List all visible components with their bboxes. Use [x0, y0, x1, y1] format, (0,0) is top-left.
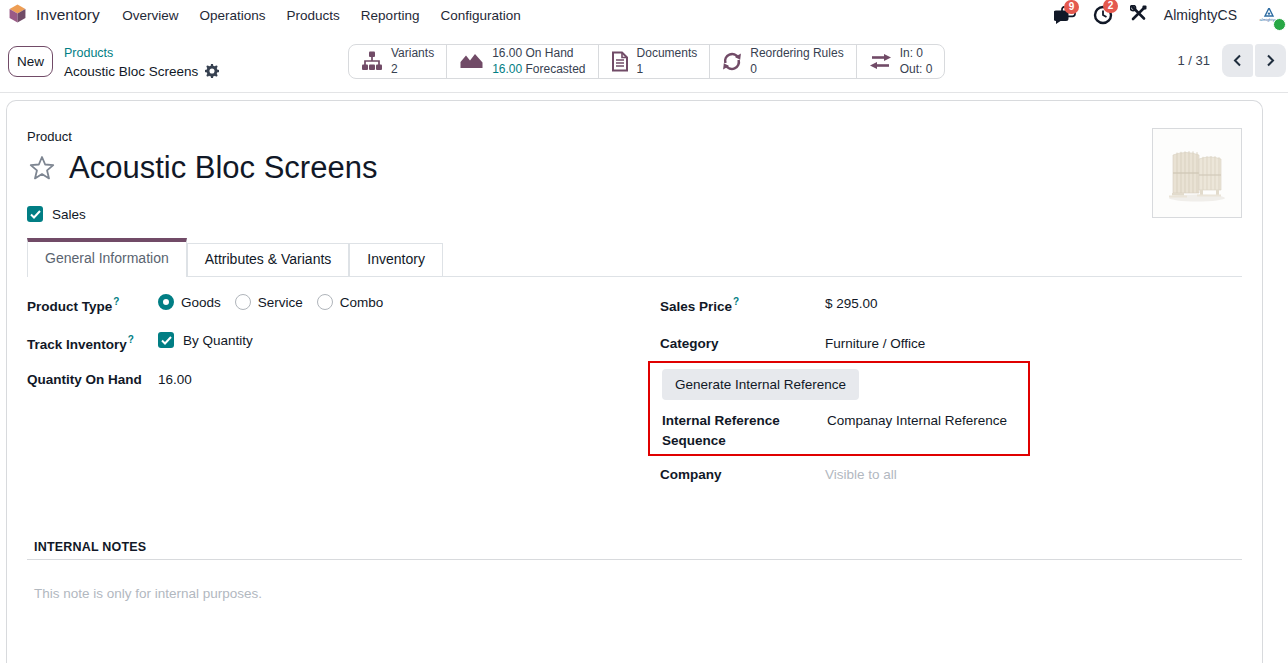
pager: 1 / 31	[1177, 44, 1286, 77]
user-name[interactable]: AlmightyCS	[1164, 7, 1237, 23]
on-hand-value: 16.00	[492, 46, 522, 60]
sales-checkbox-row: Sales	[27, 206, 1242, 222]
in-value: In: 0	[900, 46, 933, 62]
product-image[interactable]	[1152, 128, 1242, 218]
sitemap-icon	[361, 51, 383, 72]
reordering-value: 0	[750, 62, 843, 78]
messages-button[interactable]: 9	[1054, 6, 1076, 25]
refresh-icon	[722, 51, 742, 72]
main-menu: Overview Operations Products Reporting C…	[112, 8, 531, 23]
internal-notes-title: INTERNAL NOTES	[27, 540, 1242, 554]
company-label: Company	[660, 465, 825, 482]
help-marker[interactable]: ?	[113, 296, 119, 307]
stat-reordering-rules[interactable]: Reordering Rules 0	[710, 45, 856, 78]
sales-checkbox[interactable]	[27, 206, 43, 222]
radio-service[interactable]: Service	[235, 294, 303, 310]
forecasted-value: 16.00	[492, 62, 522, 76]
product-type-radio-group: Goods Service Combo	[158, 294, 383, 310]
quantity-on-hand-value[interactable]: 16.00	[158, 370, 192, 387]
pager-next-button[interactable]	[1255, 44, 1286, 77]
radio-goods[interactable]: Goods	[158, 294, 221, 310]
activities-badge: 2	[1103, 0, 1119, 13]
new-button[interactable]: New	[8, 46, 53, 77]
tab-attributes-variants[interactable]: Attributes & Variants	[187, 243, 350, 276]
company-value[interactable]: Visible to all	[825, 465, 897, 482]
sales-checkbox-label: Sales	[52, 207, 86, 222]
help-marker[interactable]: ?	[128, 334, 134, 345]
control-panel: New Products Acoustic Bloc Screens	[0, 30, 1288, 93]
track-inventory-checkbox[interactable]	[158, 332, 174, 348]
help-marker[interactable]: ?	[733, 296, 739, 307]
sales-price-label: Sales Price?	[660, 294, 825, 314]
app-name[interactable]: Inventory	[36, 6, 100, 24]
category-value[interactable]: Furniture / Office	[825, 334, 925, 351]
sales-price-value[interactable]: $ 295.00	[825, 294, 878, 311]
forecasted-label: Forecasted	[526, 62, 586, 76]
stat-buttons: Variants 2 16.00 On Hand 16.00 Forecaste…	[348, 44, 945, 79]
generate-internal-reference-button[interactable]: Generate Internal Reference	[662, 369, 859, 400]
on-hand-label: On Hand	[526, 46, 574, 60]
product-field-label: Product	[27, 129, 1242, 144]
menu-reporting[interactable]: Reporting	[350, 8, 430, 23]
transfer-arrows-icon	[869, 51, 892, 72]
stat-in-out[interactable]: In: 0 Out: 0	[857, 45, 945, 78]
menu-configuration[interactable]: Configuration	[430, 8, 531, 23]
internal-reference-sequence-label: Internal Reference Sequence	[662, 411, 827, 451]
category-label: Category	[660, 334, 825, 351]
activities-button[interactable]: 2	[1093, 5, 1113, 25]
tab-general-information[interactable]: General Information	[27, 238, 187, 277]
internal-notes-section: INTERNAL NOTES This note is only for int…	[27, 540, 1242, 601]
stat-on-hand[interactable]: 16.00 On Hand 16.00 Forecasted	[447, 45, 598, 78]
notebook-tabs: General Information Attributes & Variant…	[27, 238, 1242, 277]
tools-icon	[1130, 5, 1147, 22]
reordering-label: Reordering Rules	[750, 46, 843, 62]
menu-operations[interactable]: Operations	[189, 8, 276, 23]
annotation-red-box: Generate Internal Reference Internal Ref…	[648, 361, 1030, 456]
stat-documents[interactable]: Documents 1	[599, 45, 711, 78]
user-avatar[interactable]: almightycs	[1254, 2, 1284, 28]
breadcrumb: Products Acoustic Bloc Screens	[64, 42, 219, 80]
inventory-app-icon[interactable]	[8, 4, 27, 27]
favorite-star-icon[interactable]	[27, 154, 57, 183]
gear-icon[interactable]	[205, 64, 219, 78]
menu-products[interactable]: Products	[276, 8, 350, 23]
documents-label: Documents	[637, 46, 698, 62]
menu-overview[interactable]: Overview	[112, 8, 189, 23]
tools-button[interactable]	[1130, 5, 1147, 26]
breadcrumb-current: Acoustic Bloc Screens	[64, 63, 198, 81]
documents-value: 1	[637, 62, 698, 78]
track-inventory-label: Track Inventory?	[27, 332, 158, 352]
internal-notes-placeholder[interactable]: This note is only for internal purposes.	[27, 586, 1242, 601]
radio-combo[interactable]: Combo	[317, 294, 384, 310]
form-sheet: Product Acoustic Bloc Screens Sales	[6, 100, 1263, 663]
messages-badge: 9	[1064, 0, 1080, 14]
top-navbar: Inventory Overview Operations Products R…	[0, 0, 1288, 30]
quantity-on-hand-label: Quantity On Hand	[27, 370, 158, 387]
variants-label: Variants	[391, 46, 434, 62]
area-chart-icon	[459, 51, 484, 72]
out-value: Out: 0	[900, 62, 933, 78]
pager-count: 1 / 31	[1177, 53, 1210, 68]
product-type-label: Product Type?	[27, 294, 158, 314]
internal-notes-divider	[27, 559, 1242, 560]
stat-variants[interactable]: Variants 2	[349, 45, 447, 78]
track-inventory-value: By Quantity	[183, 333, 253, 348]
breadcrumb-products-link[interactable]: Products	[64, 46, 113, 60]
tab-inventory[interactable]: Inventory	[349, 243, 443, 276]
product-title[interactable]: Acoustic Bloc Screens	[69, 150, 377, 186]
document-icon	[611, 51, 629, 72]
internal-reference-sequence-value[interactable]: Companay Internal Reference	[827, 411, 1007, 431]
pager-previous-button[interactable]	[1222, 44, 1253, 77]
variants-value: 2	[391, 62, 434, 78]
